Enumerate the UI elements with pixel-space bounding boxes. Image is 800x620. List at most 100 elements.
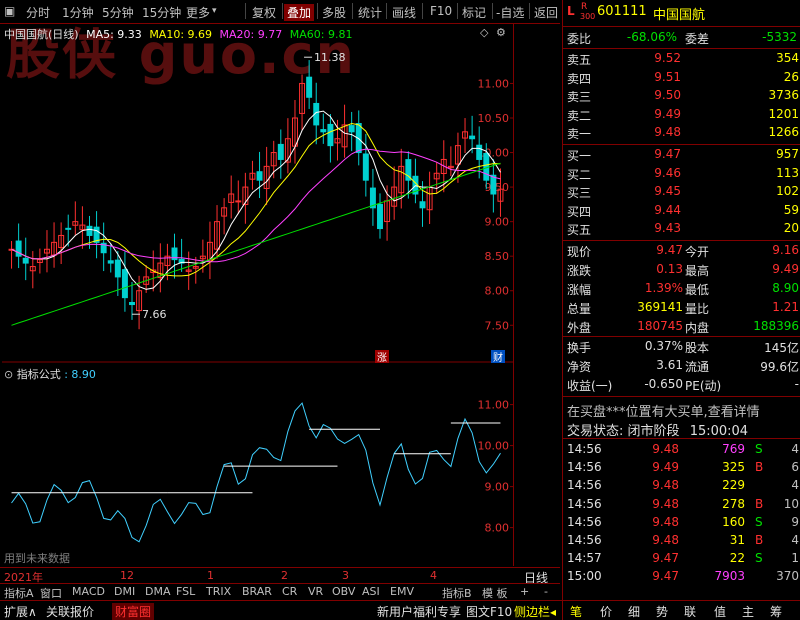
f10-graphic-button[interactable]: 图文F10	[466, 603, 512, 620]
stat-value: 145亿	[764, 341, 799, 355]
new-user-link[interactable]: 新用户福利专享	[377, 603, 461, 620]
asks-row[interactable]: 卖二 9.49 1201	[567, 107, 799, 125]
diejia-button[interactable]: 叠加	[284, 4, 315, 21]
tick-volume: 229	[722, 478, 745, 493]
indicator-tab[interactable]: ASI	[362, 585, 380, 598]
bids-price: 9.44	[654, 202, 681, 217]
tab-fenshi[interactable]: 分时	[26, 4, 50, 21]
indicator-tab[interactable]: BRAR	[242, 585, 272, 598]
bids-price: 9.43	[654, 221, 681, 235]
indicator-tab[interactable]: 模 板	[482, 585, 508, 601]
indicator-tab[interactable]: -	[544, 585, 548, 598]
biaoji-button[interactable]: 标记	[462, 4, 486, 21]
tick-volume: 278	[722, 496, 745, 511]
kline-chart[interactable]: 11.00 10.50 10.00 9.50 9.00 8.50 8.00 7.50 11.38…	[2, 24, 514, 566]
duogu-button[interactable]: 多股	[322, 4, 346, 21]
tick-side: B	[755, 496, 764, 511]
candle-body	[476, 144, 483, 160]
tick-time: 14:56	[567, 442, 602, 456]
stat-value: 3.61	[656, 358, 683, 372]
huaxian-button[interactable]: 画线	[392, 4, 416, 21]
bids-row[interactable]: 买一 9.47 957	[567, 147, 799, 165]
sidebar-button[interactable]: 侧边栏◂	[514, 603, 556, 620]
tab-1min[interactable]: 1分钟	[62, 4, 94, 21]
fuquan-button[interactable]: 复权	[252, 4, 276, 21]
bids-row[interactable]: 买二 9.46 113	[567, 166, 799, 184]
related-quote-button[interactable]: 关联报价	[46, 603, 94, 620]
big-order-notice[interactable]: 在买盘***位置有大买单,查看详情	[567, 401, 799, 420]
indicator-label[interactable]: 指标公式	[17, 368, 61, 381]
zixuan-button[interactable]: -自选	[496, 4, 524, 21]
candle-body	[121, 269, 128, 299]
weicha-value: -5332	[762, 30, 797, 44]
indicator-tab[interactable]: +	[520, 585, 529, 598]
indicator-tab[interactable]: TRIX	[206, 585, 231, 598]
tick-side: S	[755, 551, 763, 566]
indicator-tab[interactable]: 指标A	[4, 585, 34, 601]
f10-button[interactable]: F10	[430, 4, 452, 18]
asks-row[interactable]: 卖五 9.52 354	[567, 51, 799, 69]
indicator-tab[interactable]: 窗口	[40, 585, 62, 601]
high-price-marker: 11.38	[314, 51, 346, 64]
indicator-tab[interactable]: CR	[282, 585, 297, 598]
asks-row[interactable]: 卖一 9.48 1266	[567, 125, 799, 143]
asks-row[interactable]: 卖三 9.50 3736	[567, 88, 799, 106]
tick-count: 6	[791, 460, 799, 475]
tick-price: 9.48	[652, 533, 679, 547]
asks-row[interactable]: 卖四 9.51 26	[567, 70, 799, 88]
bids-row[interactable]: 买三 9.45 102	[567, 184, 799, 202]
candle-body	[107, 260, 114, 264]
stat-label: 收益(一)	[567, 379, 613, 393]
kline-chart-area[interactable]: 股侠 guo.cn 11.00 10.50 10.00 9.50 9.00 8.50 8.0…	[2, 23, 514, 566]
indicator-line	[11, 402, 501, 543]
settings-icon[interactable]: ⚙	[496, 26, 506, 39]
stat-row: 换手 0.37% 股本 145亿	[567, 339, 799, 357]
stock-name: 中国国航	[653, 8, 706, 23]
stat-label: 量比	[685, 302, 710, 316]
minimize-icon[interactable]: ▣	[4, 4, 15, 18]
stat-value: -0.650	[644, 377, 683, 391]
stat-label: 流通	[685, 360, 710, 374]
trade-time: 15:00:04	[689, 424, 749, 439]
indicator-tab[interactable]: MACD	[72, 585, 105, 598]
tick-row: 14:56 9.49 325 B 6	[567, 460, 799, 478]
diamond-icon[interactable]: ◇	[480, 26, 488, 39]
asks-price: 9.51	[654, 69, 681, 84]
expand-button[interactable]: 扩展∧	[4, 603, 37, 620]
stat-label: 涨跌	[567, 264, 592, 278]
tab-more[interactable]: 更多	[186, 4, 210, 21]
back-button[interactable]: 返回	[534, 4, 558, 21]
stat-value: 0.13	[656, 262, 683, 276]
tick-time: 14:57	[567, 551, 602, 566]
tab-5min[interactable]: 5分钟	[102, 4, 134, 21]
indicator-tab[interactable]: EMV	[390, 585, 414, 598]
indicator-toggle-icon[interactable]: ⊙	[4, 368, 13, 381]
stat-label: 现价	[567, 245, 592, 259]
indicator-tab[interactable]: DMI	[114, 585, 135, 598]
bids-row[interactable]: 买四 9.44 59	[567, 203, 799, 221]
tongji-button[interactable]: 统计	[358, 4, 382, 21]
indicator-tab[interactable]: DMA	[145, 585, 171, 598]
bids-row[interactable]: 买五 9.43 20	[567, 221, 799, 239]
stat-value: 9.47	[656, 243, 683, 257]
indicator-tab[interactable]: OBV	[332, 585, 355, 598]
wealth-circle-button[interactable]: 财富圈	[112, 603, 155, 620]
tick-count: 4	[791, 478, 799, 493]
stat-value: 369141	[637, 300, 683, 314]
tick-time: 14:56	[567, 478, 602, 493]
tick-price: 9.47	[652, 551, 679, 566]
trade-status-label: 交易状态:	[567, 424, 624, 439]
x-label: 4	[430, 569, 437, 582]
tab-15min[interactable]: 15分钟	[142, 4, 181, 21]
asks-label: 卖四	[567, 71, 592, 86]
indicator-tab[interactable]: 指标B	[442, 585, 472, 601]
candle-body	[65, 227, 72, 230]
chevron-down-icon[interactable]: ▾	[212, 6, 217, 16]
asks-volume: 26	[783, 69, 799, 84]
stat-row: 总量 369141 量比 1.21	[567, 300, 799, 318]
indicator-tab[interactable]: VR	[308, 585, 323, 598]
tick-count: 10	[783, 496, 799, 511]
tick-side: S	[755, 442, 763, 456]
chart-title: 中国国航(日线)	[4, 28, 79, 41]
indicator-tab[interactable]: FSL	[176, 585, 195, 598]
